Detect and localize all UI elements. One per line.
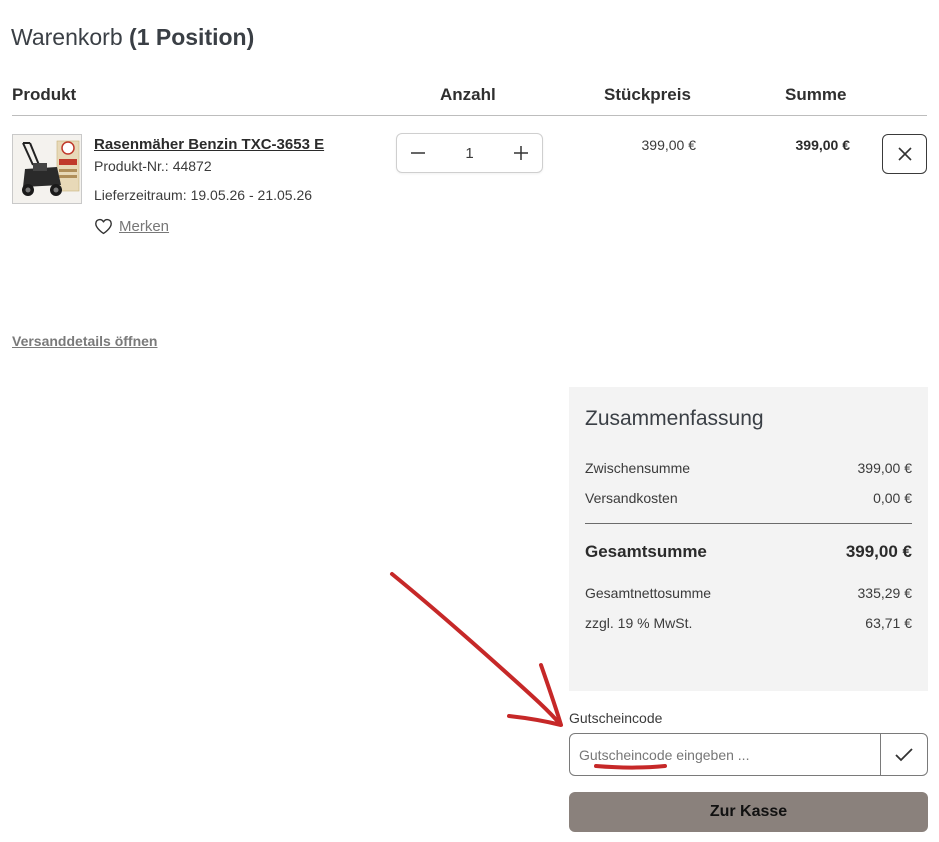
- summary-subtotal-row: Zwischensumme 399,00 €: [585, 460, 912, 476]
- coupon-label: Gutscheincode: [569, 710, 663, 726]
- net-value: 335,29 €: [857, 585, 913, 601]
- product-image[interactable]: [12, 134, 82, 204]
- column-header-total: Summe: [785, 85, 847, 104]
- summary-title: Zusammenfassung: [585, 407, 764, 430]
- wishlist-button[interactable]: Merken: [94, 218, 169, 235]
- page-title: Warenkorb (1 Position): [11, 24, 255, 50]
- close-icon: [897, 147, 912, 161]
- shipping-value: 0,00 €: [873, 490, 912, 506]
- column-header-product: Produkt: [12, 85, 77, 104]
- shipping-details-link[interactable]: Versanddetails öffnen: [12, 333, 157, 349]
- vat-value: 63,71 €: [865, 615, 912, 631]
- header-divider: [12, 115, 927, 116]
- quantity-value[interactable]: 1: [439, 145, 500, 162]
- summary-vat-row: zzgl. 19 % MwSt. 63,71 €: [585, 615, 912, 631]
- product-number: Produkt-Nr.: 44872: [94, 158, 212, 174]
- delivery-period: Lieferzeitraum: 19.05.26 - 21.05.26: [94, 187, 313, 203]
- summary-total-row: Gesamtsumme 399,00 €: [585, 542, 912, 561]
- remove-item-button[interactable]: [882, 134, 927, 174]
- summary-divider: [585, 523, 912, 524]
- coupon-form: [569, 733, 928, 776]
- annotation-arrowhead: [507, 663, 563, 727]
- total-value: 399,00 €: [845, 542, 912, 561]
- heart-icon: [95, 218, 112, 235]
- order-summary: Zusammenfassung Zwischensumme 399,00 € Ve…: [569, 387, 928, 691]
- wishlist-label: Merken: [119, 218, 170, 235]
- increase-quantity-button[interactable]: [500, 134, 542, 172]
- minus-icon: [411, 152, 425, 154]
- subtotal-value: 399,00 €: [857, 460, 913, 476]
- apply-coupon-button[interactable]: [880, 734, 927, 775]
- plus-icon: [514, 146, 528, 160]
- column-header-unit-price: Stückpreis: [604, 85, 691, 104]
- checkmark-icon: [895, 747, 913, 761]
- column-header-quantity: Anzahl: [440, 85, 496, 104]
- summary-net-row: Gesamtnettosumme 335,29 €: [585, 585, 912, 601]
- checkout-button[interactable]: Zur Kasse: [569, 792, 928, 832]
- decrease-quantity-button[interactable]: [397, 134, 439, 172]
- coupon-input[interactable]: [570, 734, 880, 775]
- quantity-stepper[interactable]: 1: [396, 133, 543, 173]
- summary-shipping-row: Versandkosten 0,00 €: [585, 490, 912, 506]
- unit-price: 399,00 €: [641, 137, 697, 153]
- product-name-link[interactable]: Rasenmäher Benzin TXC-3653 E: [94, 136, 324, 153]
- line-total: 399,00 €: [795, 137, 851, 153]
- annotation-arrow: [390, 572, 562, 726]
- item-count: (1 Position): [129, 24, 255, 50]
